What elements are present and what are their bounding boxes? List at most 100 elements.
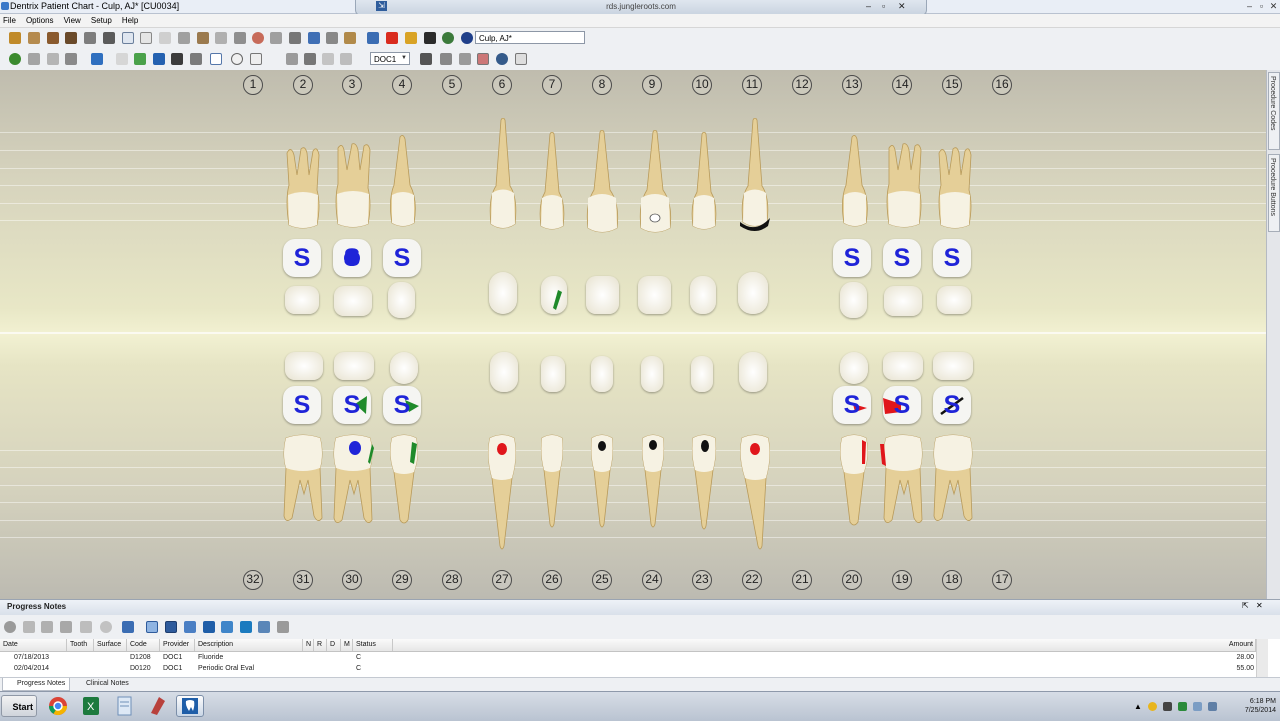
bracket-icon[interactable] — [116, 53, 128, 65]
patient-info-icon[interactable] — [461, 32, 473, 44]
tooth-number-7[interactable]: 7 — [542, 75, 562, 95]
remote-close-button[interactable]: ✕ — [898, 1, 906, 12]
sealant-tooth-14[interactable]: S — [883, 239, 921, 277]
menu-setup[interactable]: Setup — [88, 14, 116, 27]
col-code[interactable]: Code — [127, 639, 160, 651]
tooth-number-31[interactable]: 31 — [293, 570, 313, 590]
view-notes-icon[interactable] — [221, 621, 233, 633]
show-hidden-icons[interactable]: ▲ — [1134, 702, 1143, 711]
occlusal-tooth-15[interactable] — [937, 286, 971, 314]
sealant-tooth-3[interactable]: S — [333, 239, 371, 277]
system-clock[interactable]: 6:18 PM 7/25/2014 — [1236, 697, 1276, 715]
tooth-number-12[interactable]: 12 — [792, 75, 812, 95]
view-hygiene-icon[interactable] — [240, 621, 252, 633]
view-exams-icon[interactable] — [258, 621, 270, 633]
occlusal-tooth-7[interactable] — [541, 276, 567, 314]
sealant-tooth-20[interactable]: S — [833, 386, 871, 424]
occlusal-tooth-6[interactable] — [489, 272, 517, 314]
tooth-25-central-incisor[interactable] — [589, 434, 615, 529]
link-icon[interactable] — [100, 621, 112, 633]
tooth-20-premolar[interactable] — [838, 434, 870, 529]
tab-clinical-notes[interactable]: Clinical Notes — [72, 678, 133, 690]
tooth-3-molar[interactable] — [332, 142, 374, 230]
tooth-6-canine[interactable] — [488, 118, 518, 233]
tooth-number-1[interactable]: 1 — [243, 75, 263, 95]
complete-icon[interactable] — [4, 621, 16, 633]
sealant-tooth-29[interactable]: S — [383, 386, 421, 424]
occlusal-tooth-25[interactable] — [591, 356, 613, 392]
security-tray-icon[interactable] — [1148, 702, 1157, 711]
print-notes-icon[interactable] — [277, 621, 289, 633]
alerts-icon[interactable] — [326, 32, 338, 44]
sealant-tooth-18[interactable]: S — [933, 386, 971, 424]
quick-letters-icon[interactable] — [178, 32, 190, 44]
col-status[interactable]: Status — [353, 639, 393, 651]
tooth-number-6[interactable]: 6 — [492, 75, 512, 95]
tooth-number-16[interactable]: 16 — [992, 75, 1012, 95]
graphic-chart[interactable]: 1 2 3 4 5 6 7 8 9 10 11 12 13 14 15 16 3… — [0, 70, 1266, 599]
menu-options[interactable]: Options — [23, 14, 58, 27]
continuing-care-icon[interactable] — [197, 32, 209, 44]
col-r[interactable]: R — [314, 639, 327, 651]
office-journal-icon[interactable] — [159, 32, 171, 44]
dock-pin-icon[interactable]: ⇱ — [1242, 601, 1249, 610]
tooth-number-13[interactable]: 13 — [842, 75, 862, 95]
tooth-number-5[interactable]: 5 — [442, 75, 462, 95]
col-date[interactable]: Date — [0, 639, 67, 651]
notes-icon[interactable] — [60, 621, 72, 633]
tooth-7-lateral-incisor[interactable] — [538, 132, 566, 232]
tab-procedure-codes[interactable]: Procedure Codes — [1268, 72, 1280, 150]
tooth-11-canine[interactable] — [738, 118, 772, 233]
col-m[interactable]: M — [341, 639, 353, 651]
tooth-number-22[interactable]: 22 — [742, 570, 762, 590]
select-patient-icon[interactable] — [367, 32, 379, 44]
tooth-number-29[interactable]: 29 — [392, 570, 412, 590]
tooth-8-central-incisor[interactable] — [585, 130, 620, 235]
tooth-number-19[interactable]: 19 — [892, 570, 912, 590]
table-row[interactable]: 02/04/2014 D0120 DOC1 Periodic Oral Eval… — [0, 663, 1256, 674]
tooth-13-premolar[interactable] — [840, 135, 870, 230]
caries-risk-icon[interactable] — [286, 53, 298, 65]
family-file-icon[interactable] — [28, 32, 40, 44]
image-icon[interactable] — [171, 53, 183, 65]
appointment-book-icon[interactable] — [9, 32, 21, 44]
questionnaire-icon[interactable] — [424, 32, 436, 44]
filter-icon[interactable] — [122, 621, 134, 633]
sealant-tooth-15[interactable]: S — [933, 239, 971, 277]
tooth-22-canine[interactable] — [738, 434, 772, 551]
quick-labels-icon[interactable] — [234, 32, 246, 44]
treatment-planner-icon[interactable] — [103, 32, 115, 44]
draw-icon[interactable] — [134, 53, 146, 65]
print-preview-icon[interactable] — [65, 53, 77, 65]
occlusal-tooth-27[interactable] — [490, 352, 518, 392]
tooth-number-20[interactable]: 20 — [842, 570, 862, 590]
tooth-number-23[interactable]: 23 — [692, 570, 712, 590]
camera-icon[interactable] — [459, 53, 471, 65]
occlusal-tooth-18[interactable] — [933, 352, 973, 380]
occlusal-tooth-20[interactable] — [840, 352, 868, 384]
tooth-number-2[interactable]: 2 — [293, 75, 313, 95]
grid-scrollbar[interactable] — [1256, 639, 1268, 677]
remote-restore-button[interactable]: ▫ — [882, 1, 885, 11]
square-icon[interactable] — [250, 53, 262, 65]
oval-icon[interactable] — [231, 53, 243, 65]
view-treatment-icon[interactable] — [203, 621, 215, 633]
occlusal-tooth-11[interactable] — [738, 272, 768, 314]
tooth-15-molar[interactable] — [935, 145, 975, 230]
prescriptions-icon[interactable] — [270, 32, 282, 44]
sealant-tooth-30[interactable]: S — [333, 386, 371, 424]
occlusal-tooth-23[interactable] — [691, 356, 713, 392]
menu-file[interactable]: File — [0, 14, 20, 27]
tooth-tool-icon[interactable] — [420, 53, 432, 65]
patient-picture-icon[interactable] — [289, 32, 301, 44]
occlusal-tooth-24[interactable] — [641, 356, 663, 392]
occlusal-tooth-31[interactable] — [285, 352, 323, 380]
tooth-10-lateral-incisor[interactable] — [690, 132, 718, 232]
col-tooth[interactable]: Tooth — [67, 639, 94, 651]
sealant-tooth-2[interactable]: S — [283, 239, 321, 277]
remote-minimize-button[interactable]: – — [866, 1, 871, 11]
view-completed-icon[interactable] — [146, 621, 158, 633]
refresh-icon[interactable] — [344, 32, 356, 44]
tooth-number-10[interactable]: 10 — [692, 75, 712, 95]
window-icon[interactable] — [210, 53, 222, 65]
